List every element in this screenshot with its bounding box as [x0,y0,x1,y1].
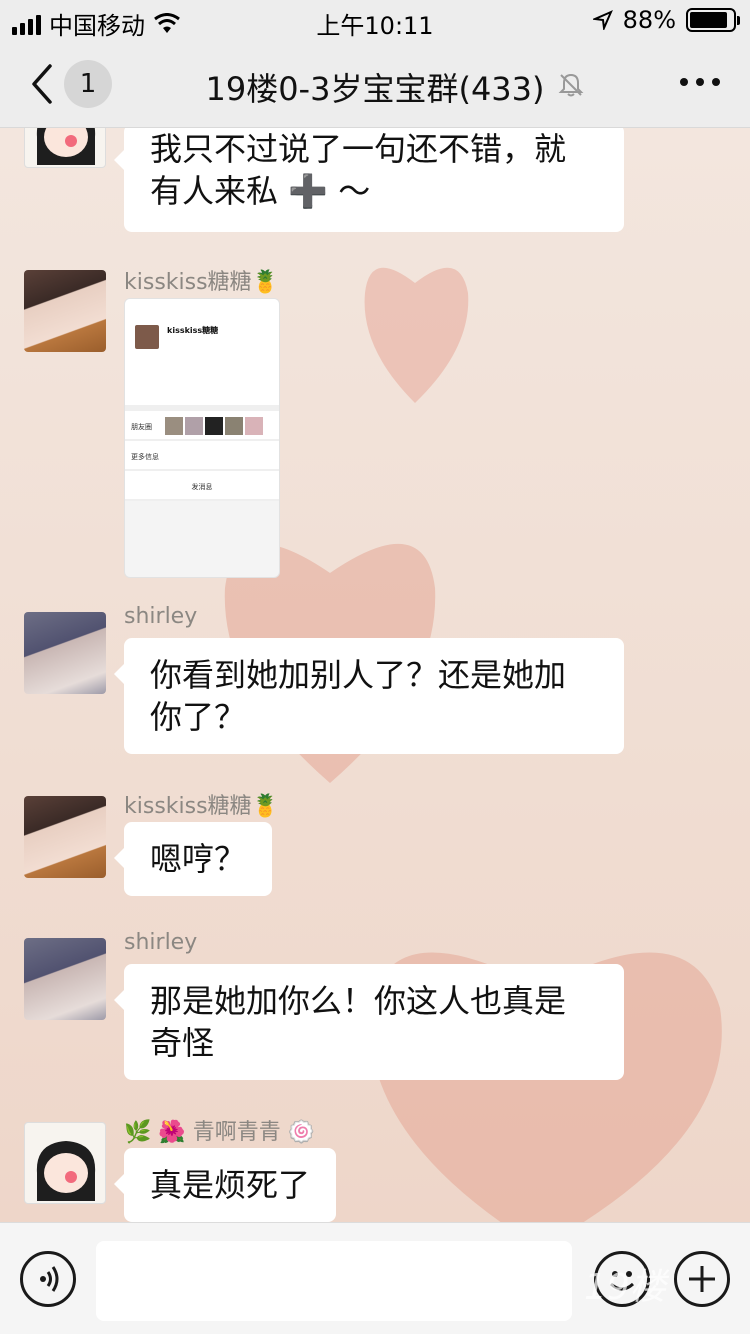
cartoon-girl-avatar-icon [36,128,96,165]
mini-name: kisskiss糖糖 [167,326,219,335]
chat-title: 19楼0-3岁宝宝群(433) [205,70,545,108]
battery-icon [686,8,740,32]
image-row: 更多信息 [125,441,279,471]
back-button[interactable] [28,62,58,106]
message-bubble[interactable]: 真是烦死了 [113,1148,337,1222]
sender-name: kisskiss糖糖🍍 [124,270,279,295]
plus-button[interactable] [674,1251,730,1307]
image-message[interactable]: kisskiss糖糖 朋友圈 更多信息 发消息 [124,298,280,578]
image-row-label: 发消息 [191,483,213,491]
heart-decoration [364,267,469,403]
unread-badge[interactable]: 1 [64,60,112,108]
location-arrow-icon [592,10,613,30]
more-options-button[interactable] [680,78,720,86]
avatar[interactable] [24,1122,106,1204]
status-right: 88% [592,6,740,34]
message-line: 奇怪 [150,1024,215,1062]
sender-name: 🌿 🌺 青啊青青 🍥 [124,1120,316,1145]
message-input[interactable] [96,1241,572,1321]
avatar[interactable] [24,128,106,168]
battery-percent: 88% [622,6,676,34]
message-line: 真是烦死了 [150,1166,311,1204]
sender-name: shirley [124,604,198,629]
watermark: 19楼 [584,1267,666,1308]
mute-bell-icon [558,73,584,97]
avatar[interactable] [24,938,106,1020]
avatar[interactable] [24,796,106,878]
message-line: 你了？ [150,698,247,736]
avatar[interactable] [24,270,106,352]
status-bar: 中国移动 上午10:11 88% [0,0,750,40]
avatar[interactable] [24,612,106,694]
sender-name: kisskiss糖糖🍍 [124,794,279,819]
image-row: 发消息 [125,471,279,501]
image-header: kisskiss糖糖 [125,299,279,411]
image-row-label: 更多信息 [131,453,159,461]
message-line: 有人来私 ➕ ～ [150,172,371,210]
message-line: 你看到她加别人了？还是她加 [150,656,567,694]
nav-bar: 1 19楼0-3岁宝宝群(433) [0,40,750,128]
thumbs [165,417,263,435]
dot [696,78,704,86]
chat-area[interactable]: 我只不过说了一句还不错，就 有人来私 ➕ ～ kisskiss糖糖🍍 kissk… [0,128,750,1222]
message-line: 嗯哼？ [150,840,247,878]
message-bubble[interactable]: 我只不过说了一句还不错，就 有人来私 ➕ ～ [114,128,624,232]
mini-avatar [135,325,159,349]
message-bubble[interactable]: 嗯哼？ [113,822,273,896]
voice-button[interactable] [20,1251,76,1307]
message-line: 那是她加你么！你这人也真是 [150,982,567,1020]
battery-fill [690,12,727,28]
cartoon-girl-avatar-icon [36,1141,96,1201]
voice-icon [40,1266,59,1292]
dot [712,78,720,86]
dot [680,78,688,86]
message-bubble[interactable]: 那是她加你么！你这人也真是 奇怪 [114,964,624,1080]
image-row: 朋友圈 [125,411,279,441]
plus-icon [689,1266,715,1292]
message-bubble[interactable]: 你看到她加别人了？还是她加 你了？ [114,638,624,754]
message-line: 我只不过说了一句还不错，就 [150,130,567,168]
sender-name: shirley [124,930,198,955]
image-row-label: 朋友圈 [131,423,152,431]
